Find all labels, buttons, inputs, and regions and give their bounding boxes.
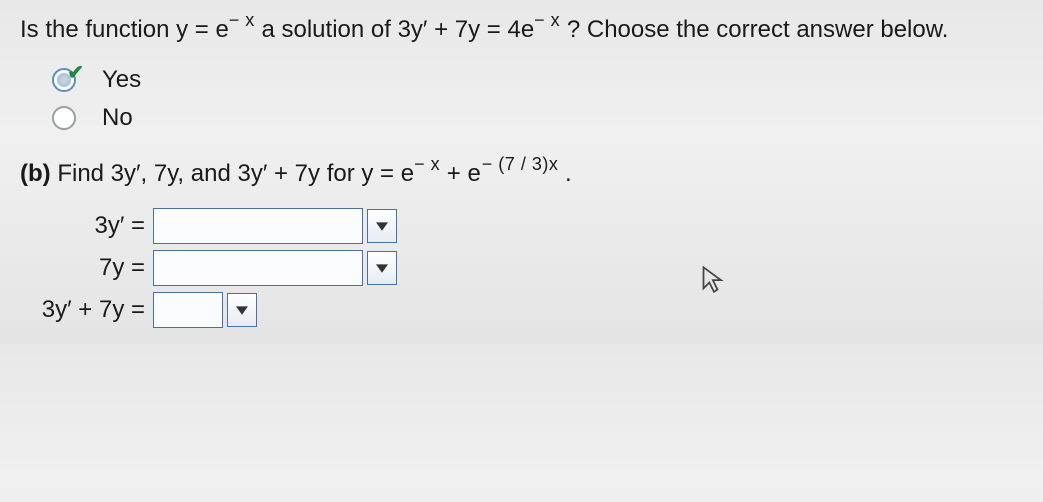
input-sum[interactable] <box>153 292 223 328</box>
label-7y: 7y = <box>20 254 145 282</box>
chevron-down-icon <box>236 304 248 316</box>
dropdown-sum[interactable] <box>227 293 257 327</box>
option-no-label: No <box>102 104 133 132</box>
q-equation: 3y′ + 7y = 4e− x <box>398 16 567 43</box>
check-icon: ✔ <box>67 60 84 85</box>
dropdown-3yprime[interactable] <box>367 209 397 243</box>
part-b-label: (b) <box>20 160 51 187</box>
answer-row-7y: 7y = <box>20 250 1023 286</box>
radio-yes[interactable]: ✔ <box>52 68 76 92</box>
q-function: y = e− x <box>176 16 261 43</box>
answer-row-3yprime: 3y′ = <box>20 208 1023 244</box>
chevron-down-icon <box>376 220 388 232</box>
q-suffix: ? Choose the correct answer below. <box>567 16 949 43</box>
answer-row-sum: 3y′ + 7y = <box>20 292 1023 328</box>
answers-block: 3y′ = 7y = 3y′ + 7y = <box>20 208 1023 328</box>
question-text: Is the function y = e− x a solution of 3… <box>20 12 1023 48</box>
radio-no[interactable] <box>52 106 76 130</box>
input-3yprime[interactable] <box>153 208 363 244</box>
label-sum: 3y′ + 7y = <box>20 296 145 324</box>
options-group: ✔ Yes No <box>52 66 1023 132</box>
option-no[interactable]: No <box>52 104 1023 132</box>
input-7y[interactable] <box>153 250 363 286</box>
q-mid: a solution of <box>261 16 397 43</box>
chevron-down-icon <box>376 262 388 274</box>
option-yes-label: Yes <box>102 66 141 94</box>
part-b-instruction: Find 3y′, 7y, and 3y′ + 7y for <box>57 160 361 187</box>
dropdown-7y[interactable] <box>367 251 397 285</box>
part-b-expression: y = e− x + e− (7 / 3)x <box>361 160 565 187</box>
q-prefix: Is the function <box>20 16 176 43</box>
label-3yprime: 3y′ = <box>20 212 145 240</box>
option-yes[interactable]: ✔ Yes <box>52 66 1023 94</box>
part-b-text: (b) Find 3y′, 7y, and 3y′ + 7y for y = e… <box>20 160 1023 188</box>
